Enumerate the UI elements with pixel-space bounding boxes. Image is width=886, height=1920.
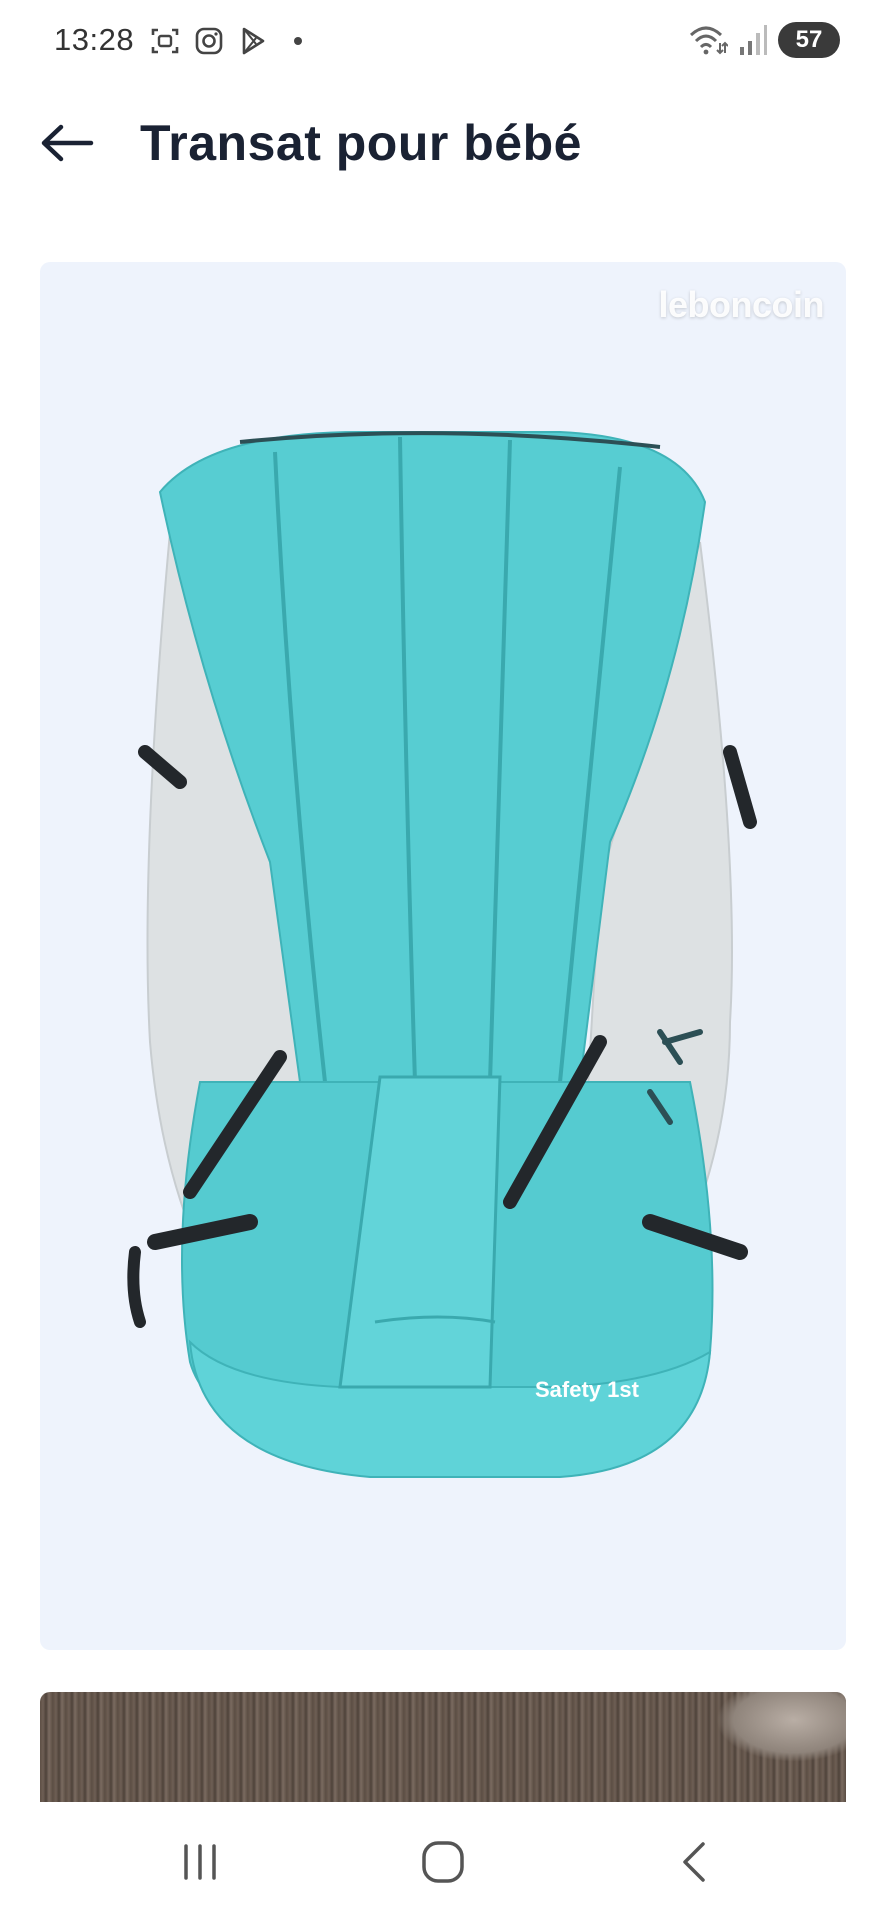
instagram-icon	[195, 27, 223, 55]
status-bar: 13:28 57	[0, 0, 886, 86]
seat-logo-text: Safety 1st	[535, 1377, 640, 1402]
next-photo[interactable]	[40, 1692, 846, 1802]
system-back-button[interactable]	[650, 1832, 740, 1892]
home-button[interactable]	[398, 1832, 488, 1892]
system-nav-bar	[0, 1802, 886, 1920]
signal-icon	[740, 25, 767, 55]
status-left-icons	[150, 26, 302, 56]
status-time: 13:28	[54, 22, 135, 57]
battery-icon: 57	[778, 22, 840, 58]
notification-dot	[294, 37, 302, 45]
screenshot-icon	[151, 28, 179, 54]
recent-apps-button[interactable]	[155, 1832, 245, 1892]
status-right-icons: 57	[688, 22, 840, 58]
wifi-icon	[689, 26, 728, 55]
main-photo[interactable]: Safety 1st leboncoin	[40, 262, 846, 1650]
leboncoin-watermark: leboncoin	[658, 284, 825, 325]
next-photo-detail	[716, 1692, 846, 1762]
app-header: Transat pour bébé	[0, 100, 886, 190]
play-store-icon	[242, 27, 265, 55]
baby-bouncer-image: Safety 1st	[127, 431, 757, 1478]
arrow-left-icon	[41, 124, 94, 162]
recent-apps-icon	[184, 1844, 216, 1880]
home-icon	[422, 1841, 464, 1883]
page-title: Transat pour bébé	[140, 115, 582, 171]
battery-level: 57	[795, 26, 823, 53]
back-chevron-icon	[683, 1842, 705, 1882]
back-button[interactable]	[36, 118, 98, 168]
